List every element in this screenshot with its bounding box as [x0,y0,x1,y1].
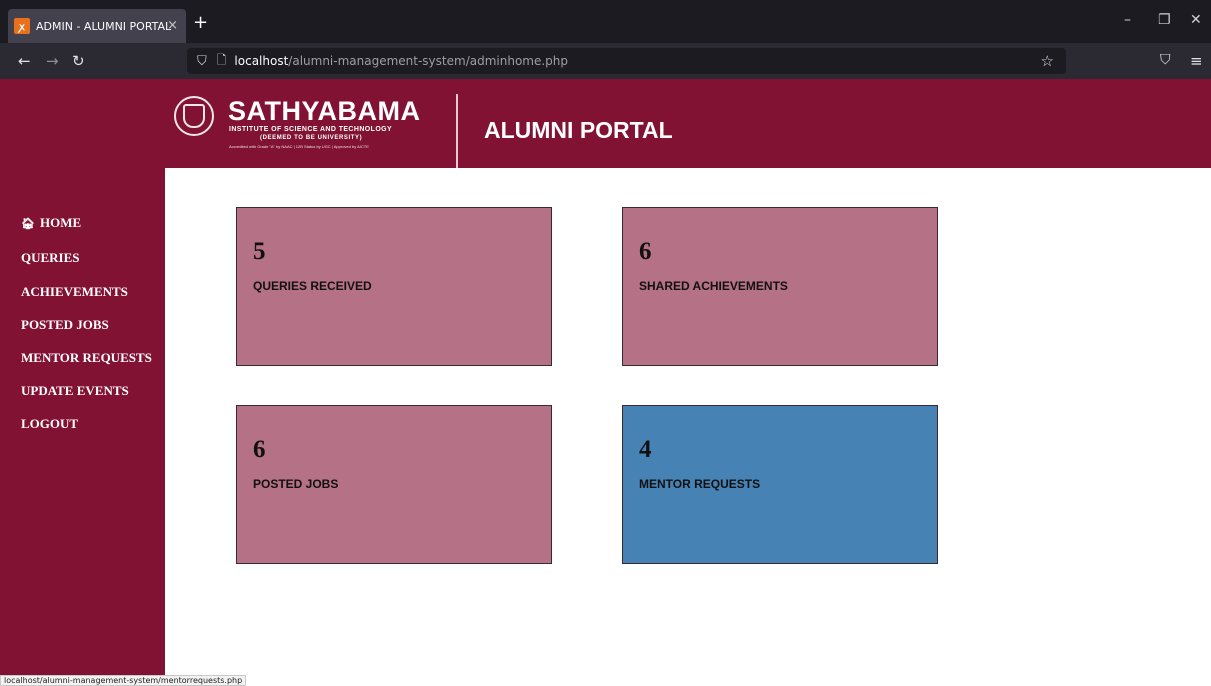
logo-accreditation: Accredited with Grade "A" by NAAC | 12B … [229,144,369,149]
card-queries-received[interactable]: 5 QUERIES RECEIVED [236,207,552,366]
card-count: 6 [253,436,266,463]
browser-tab[interactable]: ꭗ ADMIN - ALUMNI PORTAL × [8,9,186,43]
card-label: MENTOR REQUESTS [639,477,761,491]
card-shared-achievements[interactable]: 6 SHARED ACHIEVEMENTS [622,207,938,366]
pocket-icon[interactable]: ⛉ [1160,52,1171,68]
browser-nav-bar: ← → ↻ ⛉ 🗋 localhost/alumni-management-sy… [0,43,1211,79]
sidebar-item-queries[interactable]: QUERIES [21,250,80,266]
university-seal-icon [174,96,214,136]
card-count: 6 [639,238,652,265]
back-icon[interactable]: ← [18,52,31,70]
reload-icon[interactable]: ↻ [72,52,85,70]
card-mentor-requests[interactable]: 4 MENTOR REQUESTS [622,405,938,564]
sidebar-item-logout[interactable]: LOGOUT [21,416,78,432]
card-label: POSTED JOBS [253,477,339,491]
url-host: localhost [234,54,289,68]
card-label: SHARED ACHIEVEMENTS [639,279,788,293]
url-text[interactable]: localhost/alumni-management-system/admin… [234,54,568,68]
sidebar-item-posted-jobs[interactable]: POSTED JOBS [21,317,109,333]
address-bar[interactable]: ⛉ 🗋 localhost/alumni-management-system/a… [187,48,1066,74]
sidebar-item-mentor-requests[interactable]: MENTOR REQUESTS [21,350,152,366]
logo-name: SATHYABAMA [228,96,421,126]
site-header: SATHYABAMA INSTITUTE OF SCIENCE AND TECH… [0,79,1211,168]
page-icon: 🗋 [216,52,227,67]
sidebar: 🏠︎ HOME QUERIES ACHIEVEMENTS POSTED JOBS … [0,168,165,686]
close-window-icon[interactable]: ✕ [1190,12,1202,28]
home-icon: 🏠︎ [21,217,35,230]
close-tab-icon[interactable]: × [167,18,178,33]
card-count: 5 [253,238,266,265]
card-label: QUERIES RECEIVED [253,279,372,293]
bookmark-star-icon[interactable]: ☆ [1041,52,1054,70]
card-count: 4 [639,436,652,463]
sidebar-item-update-events[interactable]: UPDATE EVENTS [21,383,129,399]
sidebar-item-achievements[interactable]: ACHIEVEMENTS [21,284,128,300]
sidebar-item-label: HOME [39,215,82,230]
logo-subtitle-2: (DEEMED TO BE UNIVERSITY) [260,135,363,141]
xampp-icon: ꭗ [14,18,30,34]
sidebar-item-home[interactable]: 🏠︎ HOME [21,215,81,231]
menu-icon[interactable]: ≡ [1190,52,1203,70]
restore-icon[interactable]: ❐ [1158,12,1171,28]
new-tab-button[interactable]: + [193,12,208,33]
status-url-preview: localhost/alumni-management-system/mento… [0,675,247,686]
card-posted-jobs[interactable]: 6 POSTED JOBS [236,405,552,564]
shield-icon[interactable]: ⛉ [197,54,207,69]
forward-icon[interactable]: → [46,52,59,70]
logo-subtitle: INSTITUTE OF SCIENCE AND TECHNOLOGY [229,126,393,133]
portal-title: ALUMNI PORTAL [484,117,673,143]
minimize-icon[interactable]: – [1124,12,1131,28]
browser-tab-bar: ꭗ ADMIN - ALUMNI PORTAL × + – ❐ ✕ [0,0,1211,43]
url-path: /alumni-management-system/adminhome.php [288,54,569,68]
header-divider [456,94,458,168]
tab-title: ADMIN - ALUMNI PORTAL [36,19,172,33]
